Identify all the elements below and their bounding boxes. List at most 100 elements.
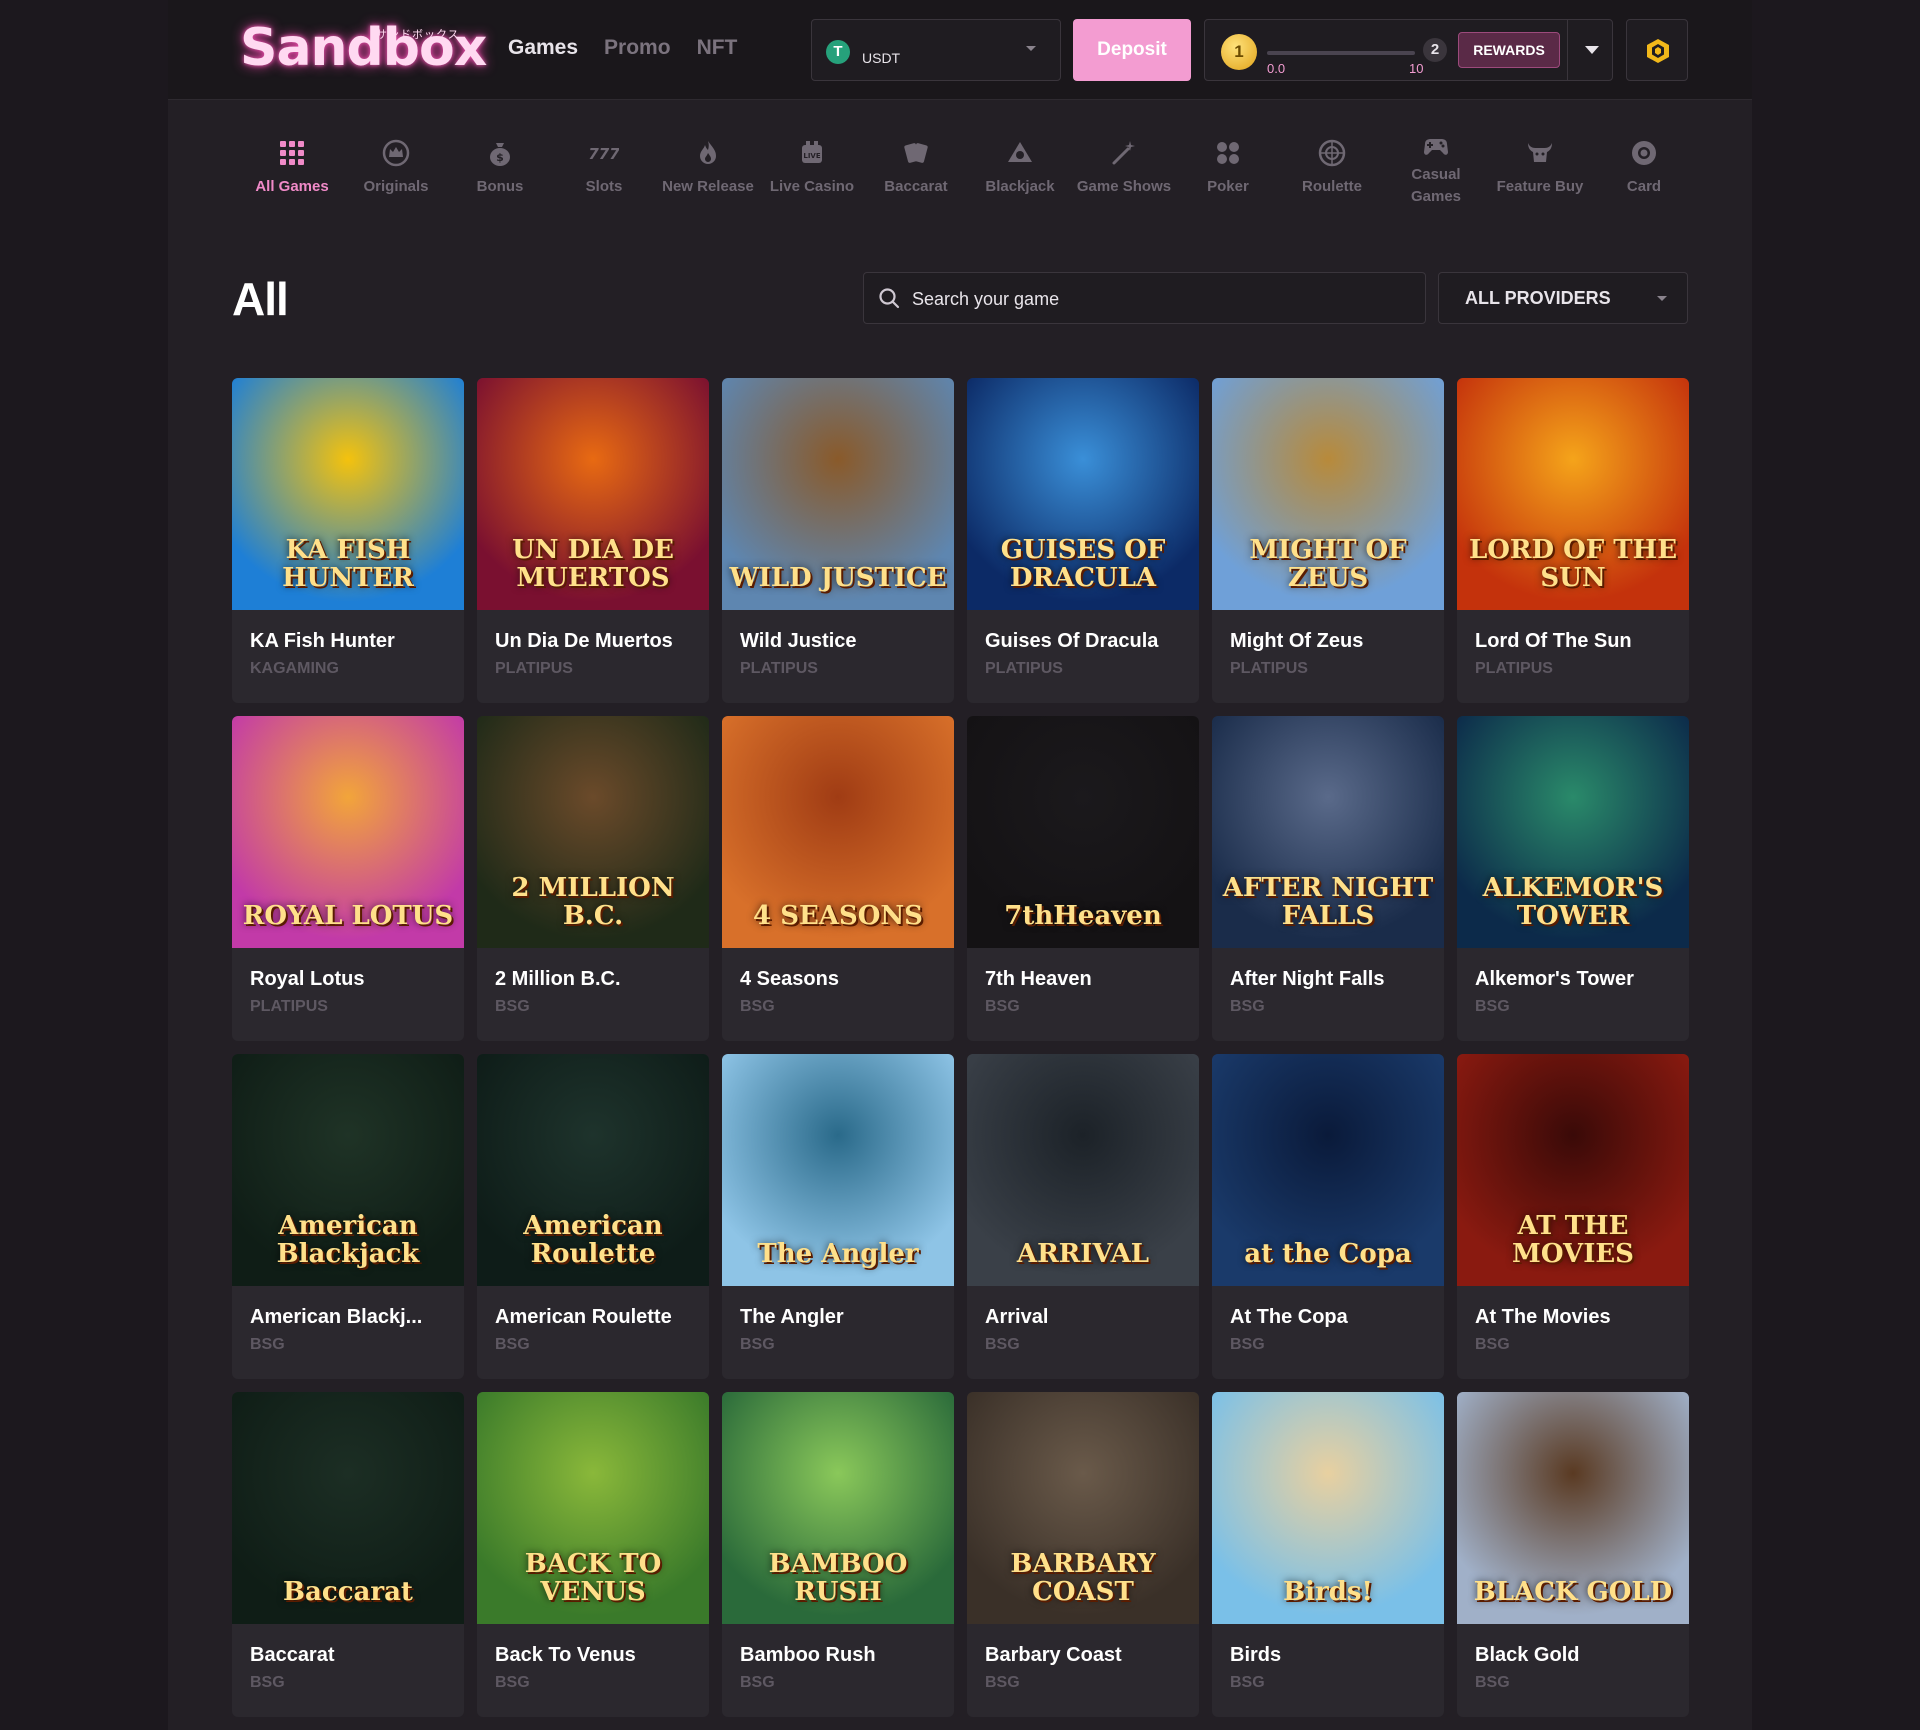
category-poker[interactable]: Poker <box>1176 136 1280 226</box>
profile-button[interactable] <box>1626 19 1688 81</box>
deposit-button[interactable]: Deposit <box>1073 19 1191 81</box>
game-thumbnail[interactable]: KA FISH HUNTER <box>232 378 464 610</box>
category-game-shows[interactable]: Game Shows <box>1072 136 1176 226</box>
game-name[interactable]: American Roulette <box>495 1306 672 1329</box>
game-thumbnail[interactable]: MIGHT OF ZEUS <box>1212 378 1444 610</box>
category-originals[interactable]: Originals <box>344 136 448 226</box>
search-input[interactable] <box>912 285 1392 313</box>
game-provider: BSG <box>985 1336 1020 1353</box>
game-card[interactable]: ALKEMOR'S TOWER Alkemor's Tower BSG <box>1457 716 1689 1041</box>
game-thumbnail[interactable]: Baccarat <box>232 1392 464 1624</box>
game-name[interactable]: Bamboo Rush <box>740 1644 876 1667</box>
game-name[interactable]: After Night Falls <box>1230 968 1384 991</box>
game-thumbnail[interactable]: LORD OF THE SUN <box>1457 378 1689 610</box>
category-blackjack[interactable]: Blackjack <box>968 136 1072 226</box>
game-thumbnail[interactable]: ALKEMOR'S TOWER <box>1457 716 1689 948</box>
game-name[interactable]: Un Dia De Muertos <box>495 630 673 653</box>
game-thumbnail[interactable]: BAMBOO RUSH <box>722 1392 954 1624</box>
category-bonus[interactable]: $ Bonus <box>448 136 552 226</box>
game-thumbnail[interactable]: Birds! <box>1212 1392 1444 1624</box>
game-name[interactable]: Alkemor's Tower <box>1475 968 1634 991</box>
game-card[interactable]: ARRIVAL Arrival BSG <box>967 1054 1199 1379</box>
game-thumbnail[interactable]: AFTER NIGHT FALLS <box>1212 716 1444 948</box>
game-card[interactable]: WILD JUSTICE Wild Justice PLATIPUS <box>722 378 954 703</box>
game-card[interactable]: 2 MILLION B.C. 2 Million B.C. BSG <box>477 716 709 1041</box>
providers-dropdown[interactable]: ALL PROVIDERS <box>1438 272 1688 324</box>
game-card[interactable]: AT THE MOVIES At The Movies BSG <box>1457 1054 1689 1379</box>
game-name[interactable]: Lord Of The Sun <box>1475 630 1632 653</box>
game-name[interactable]: At The Movies <box>1475 1306 1611 1329</box>
game-card[interactable]: BLACK GOLD Black Gold BSG <box>1457 1392 1689 1717</box>
game-card[interactable]: American Roulette American Roulette BSG <box>477 1054 709 1379</box>
category-feature-buy[interactable]: Feature Buy <box>1488 136 1592 226</box>
game-name[interactable]: At The Copa <box>1230 1306 1348 1329</box>
rewards-button[interactable]: REWARDS <box>1458 32 1560 68</box>
category-roulette[interactable]: Roulette <box>1280 136 1384 226</box>
game-card[interactable]: 7thHeaven 7th Heaven BSG <box>967 716 1199 1041</box>
game-thumbnail[interactable]: WILD JUSTICE <box>722 378 954 610</box>
category-live-casino[interactable]: LIVE Live Casino <box>760 136 864 226</box>
nav-nft[interactable]: NFT <box>697 36 738 60</box>
game-card[interactable]: at the Copa At The Copa BSG <box>1212 1054 1444 1379</box>
game-card[interactable]: The Angler The Angler BSG <box>722 1054 954 1379</box>
game-name[interactable]: Arrival <box>985 1306 1048 1329</box>
game-card[interactable]: BARBARY COAST Barbary Coast BSG <box>967 1392 1199 1717</box>
game-thumbnail[interactable]: ARRIVAL <box>967 1054 1199 1286</box>
currency-select[interactable]: T USDT <box>811 19 1061 81</box>
game-thumbnail[interactable]: The Angler <box>722 1054 954 1286</box>
game-name[interactable]: Baccarat <box>250 1644 335 1667</box>
category-slots[interactable]: 777 Slots <box>552 136 656 226</box>
game-card[interactable]: BAMBOO RUSH Bamboo Rush BSG <box>722 1392 954 1717</box>
game-name[interactable]: 2 Million B.C. <box>495 968 621 991</box>
game-thumbnail[interactable]: 2 MILLION B.C. <box>477 716 709 948</box>
game-name[interactable]: Royal Lotus <box>250 968 364 991</box>
category-baccarat[interactable]: Baccarat <box>864 136 968 226</box>
game-name[interactable]: Guises Of Dracula <box>985 630 1158 653</box>
game-name[interactable]: The Angler <box>740 1306 844 1329</box>
nav-promo[interactable]: Promo <box>604 36 671 60</box>
game-thumbnail[interactable]: 4 SEASONS <box>722 716 954 948</box>
game-card[interactable]: 4 SEASONS 4 Seasons BSG <box>722 716 954 1041</box>
game-card[interactable]: BACK TO VENUS Back To Venus BSG <box>477 1392 709 1717</box>
game-thumbnail[interactable]: ROYAL LOTUS <box>232 716 464 948</box>
game-thumbnail[interactable]: AT THE MOVIES <box>1457 1054 1689 1286</box>
game-card[interactable]: ROYAL LOTUS Royal Lotus PLATIPUS <box>232 716 464 1041</box>
game-art-title: WILD JUSTICE <box>729 563 947 593</box>
game-name[interactable]: Black Gold <box>1475 1644 1579 1667</box>
game-name[interactable]: KA Fish Hunter <box>250 630 395 653</box>
game-thumbnail[interactable]: American Roulette <box>477 1054 709 1286</box>
game-thumbnail[interactable]: BLACK GOLD <box>1457 1392 1689 1624</box>
game-card[interactable]: KA FISH HUNTER KA Fish Hunter KAGAMING <box>232 378 464 703</box>
game-card[interactable]: Birds! Birds BSG <box>1212 1392 1444 1717</box>
game-card[interactable]: MIGHT OF ZEUS Might Of Zeus PLATIPUS <box>1212 378 1444 703</box>
game-provider: BSG <box>250 1674 285 1691</box>
game-name[interactable]: American Blackj... <box>250 1306 422 1329</box>
game-name[interactable]: Barbary Coast <box>985 1644 1122 1667</box>
game-thumbnail[interactable]: GUISES OF DRACULA <box>967 378 1199 610</box>
game-card[interactable]: GUISES OF DRACULA Guises Of Dracula PLATIP… <box>967 378 1199 703</box>
nav-games[interactable]: Games <box>508 36 578 60</box>
game-name[interactable]: 4 Seasons <box>740 968 839 991</box>
game-name[interactable]: Might Of Zeus <box>1230 630 1363 653</box>
category-casual-games[interactable]: Casual Games <box>1384 136 1488 226</box>
game-name[interactable]: Back To Venus <box>495 1644 636 1667</box>
game-name[interactable]: Birds <box>1230 1644 1281 1667</box>
game-card[interactable]: LORD OF THE SUN Lord Of The Sun PLATIPUS <box>1457 378 1689 703</box>
game-card[interactable]: Baccarat Baccarat BSG <box>232 1392 464 1717</box>
game-thumbnail[interactable]: BARBARY COAST <box>967 1392 1199 1624</box>
game-thumbnail[interactable]: at the Copa <box>1212 1054 1444 1286</box>
game-thumbnail[interactable]: American Blackjack <box>232 1054 464 1286</box>
category-all-games[interactable]: All Games <box>240 136 344 226</box>
game-card[interactable]: American Blackjack American Blackj... BSG <box>232 1054 464 1379</box>
category-new-release[interactable]: New Release <box>656 136 760 226</box>
game-thumbnail[interactable]: UN DIA DE MUERTOS <box>477 378 709 610</box>
game-name[interactable]: 7th Heaven <box>985 968 1092 991</box>
game-card[interactable]: AFTER NIGHT FALLS After Night Falls BSG <box>1212 716 1444 1041</box>
game-card[interactable]: UN DIA DE MUERTOS Un Dia De Muertos PLATIP… <box>477 378 709 703</box>
game-thumbnail[interactable]: BACK TO VENUS <box>477 1392 709 1624</box>
game-thumbnail[interactable]: 7thHeaven <box>967 716 1199 948</box>
caret-down-icon[interactable] <box>1585 46 1599 54</box>
search-box[interactable] <box>863 272 1426 324</box>
category-card[interactable]: Card <box>1592 136 1696 226</box>
game-name[interactable]: Wild Justice <box>740 630 857 653</box>
